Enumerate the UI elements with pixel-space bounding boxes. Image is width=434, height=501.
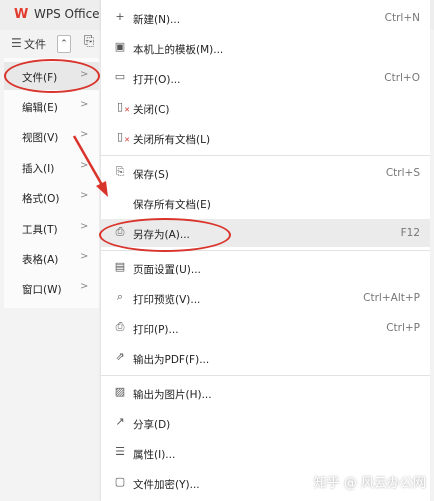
annotation-arrow bbox=[72, 135, 108, 197]
arrow-shaft bbox=[72, 135, 104, 186]
arrow-head bbox=[96, 181, 108, 197]
watermark: 知乎 @ 风云办公网 bbox=[313, 476, 426, 491]
